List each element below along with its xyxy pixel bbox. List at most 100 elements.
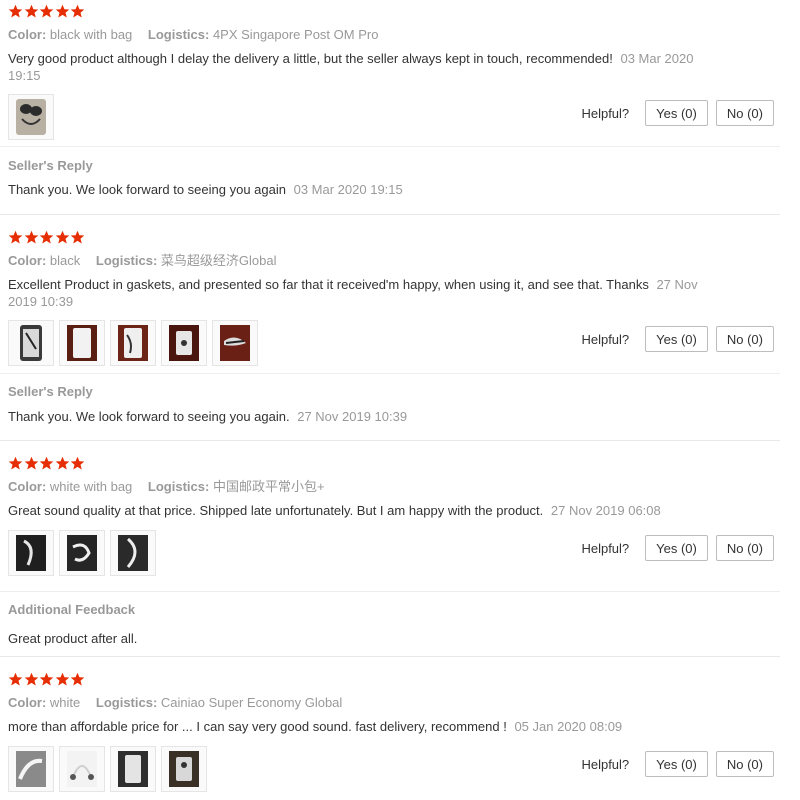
star-icon <box>39 672 54 687</box>
star-icon <box>24 456 39 471</box>
review-divider <box>0 440 780 441</box>
review-photo[interactable] <box>8 320 54 366</box>
helpful-section: Helpful? Yes (0) No (0) <box>581 100 774 126</box>
review-text: Great sound quality at that price. Shipp… <box>8 503 544 518</box>
review-photo[interactable] <box>212 320 258 366</box>
review-photo[interactable] <box>110 320 156 366</box>
color-label: Color: <box>8 253 47 268</box>
review-photos <box>8 746 212 792</box>
logistics-label: Logistics: <box>95 695 158 710</box>
review-meta: Color: black with bag Logistics: 4PX Sin… <box>8 26 378 43</box>
color-label: Color: <box>8 695 47 710</box>
star-icon <box>8 230 23 245</box>
helpful-label: Helpful? <box>581 331 630 347</box>
review-divider <box>0 214 780 215</box>
star-icon <box>70 230 85 245</box>
logistics-label: Logistics: <box>95 253 158 268</box>
review-photo[interactable] <box>59 530 105 576</box>
star-icon <box>39 4 54 19</box>
review-text-block: more than affordable price for ... I can… <box>8 718 698 735</box>
helpful-yes-button[interactable]: Yes (0) <box>645 100 708 126</box>
seller-reply-text: Thank you. We look forward to seeing you… <box>8 182 286 197</box>
helpful-no-button[interactable]: No (0) <box>715 100 774 126</box>
star-icon <box>39 230 54 245</box>
review-text-block: Excellent Product in gaskets, and presen… <box>8 276 698 310</box>
review-date: 27 Nov 2019 06:08 <box>550 503 661 518</box>
helpful-yes-button[interactable]: Yes (0) <box>645 535 708 561</box>
seller-reply-date: 03 Mar 2020 19:15 <box>293 182 403 197</box>
star-icon <box>70 672 85 687</box>
review-photo[interactable] <box>161 746 207 792</box>
color-label: Color: <box>8 27 47 42</box>
color-value: black with bag <box>49 27 133 42</box>
review-photo[interactable] <box>8 530 54 576</box>
star-icon <box>8 672 23 687</box>
review-meta: Color: white with bag Logistics: 中国邮政平常小… <box>8 478 325 495</box>
review-photo[interactable] <box>8 94 54 140</box>
star-icon <box>24 4 39 19</box>
star-icon <box>55 230 70 245</box>
additional-feedback-title: Additional Feedback <box>8 602 136 617</box>
seller-reply: Thank you. We look forward to seeing you… <box>8 181 403 198</box>
seller-reply-date: 27 Nov 2019 10:39 <box>297 409 408 424</box>
logistics-value: 菜鸟超级经济Global <box>160 253 277 268</box>
helpful-yes-button[interactable]: Yes (0) <box>645 751 708 777</box>
review-text-block: Very good product although I delay the d… <box>8 50 698 84</box>
color-value: black <box>49 253 81 268</box>
review-photo[interactable] <box>161 320 207 366</box>
rating-stars <box>8 4 86 20</box>
helpful-no-button[interactable]: No (0) <box>715 535 774 561</box>
seller-reply-title: Seller's Reply <box>8 384 93 399</box>
review-meta: Color: white Logistics: Cainiao Super Ec… <box>8 694 342 711</box>
seller-reply: Thank you. We look forward to seeing you… <box>8 408 407 425</box>
review-text: Excellent Product in gaskets, and presen… <box>8 277 649 292</box>
review-text: more than affordable price for ... I can… <box>8 719 507 734</box>
rating-stars <box>8 456 86 472</box>
seller-reply-text: Thank you. We look forward to seeing you… <box>8 409 290 424</box>
logistics-label: Logistics: <box>147 27 210 42</box>
review-photo[interactable] <box>8 746 54 792</box>
helpful-no-button[interactable]: No (0) <box>715 751 774 777</box>
review-text: Very good product although I delay the d… <box>8 51 613 66</box>
review-photos <box>8 94 59 140</box>
helpful-section: Helpful? Yes (0) No (0) <box>581 751 774 777</box>
rating-stars <box>8 230 86 246</box>
helpful-no-button[interactable]: No (0) <box>715 326 774 352</box>
star-icon <box>55 456 70 471</box>
logistics-value: Cainiao Super Economy Global <box>160 695 343 710</box>
color-value: white <box>49 695 81 710</box>
star-icon <box>24 672 39 687</box>
helpful-section: Helpful? Yes (0) No (0) <box>581 535 774 561</box>
review-date: 05 Jan 2020 08:09 <box>514 719 623 734</box>
star-icon <box>39 456 54 471</box>
reply-divider <box>0 146 780 147</box>
star-icon <box>70 456 85 471</box>
rating-stars <box>8 672 86 688</box>
star-icon <box>70 4 85 19</box>
helpful-label: Helpful? <box>581 540 630 556</box>
seller-reply-title: Seller's Reply <box>8 158 93 173</box>
review-photos <box>8 320 263 366</box>
color-value: white with bag <box>49 479 133 494</box>
star-icon <box>8 456 23 471</box>
reply-divider <box>0 373 780 374</box>
additional-feedback: Great product after all. <box>8 630 137 647</box>
helpful-label: Helpful? <box>581 105 630 121</box>
review-meta: Color: black Logistics: 菜鸟超级经济Global <box>8 252 277 269</box>
helpful-label: Helpful? <box>581 756 630 772</box>
star-icon <box>55 672 70 687</box>
helpful-yes-button[interactable]: Yes (0) <box>645 326 708 352</box>
review-photo[interactable] <box>59 746 105 792</box>
logistics-value: 4PX Singapore Post OM Pro <box>212 27 379 42</box>
color-label: Color: <box>8 479 47 494</box>
logistics-value: 中国邮政平常小包+ <box>212 479 325 494</box>
star-icon <box>24 230 39 245</box>
review-photo[interactable] <box>110 530 156 576</box>
review-photo[interactable] <box>59 320 105 366</box>
additional-feedback-text: Great product after all. <box>8 631 138 646</box>
review-photo[interactable] <box>110 746 156 792</box>
feedback-divider <box>0 591 780 592</box>
review-photos <box>8 530 161 576</box>
review-text-block: Great sound quality at that price. Shipp… <box>8 502 698 519</box>
review-list: Color: black with bag Logistics: 4PX Sin… <box>0 0 800 800</box>
